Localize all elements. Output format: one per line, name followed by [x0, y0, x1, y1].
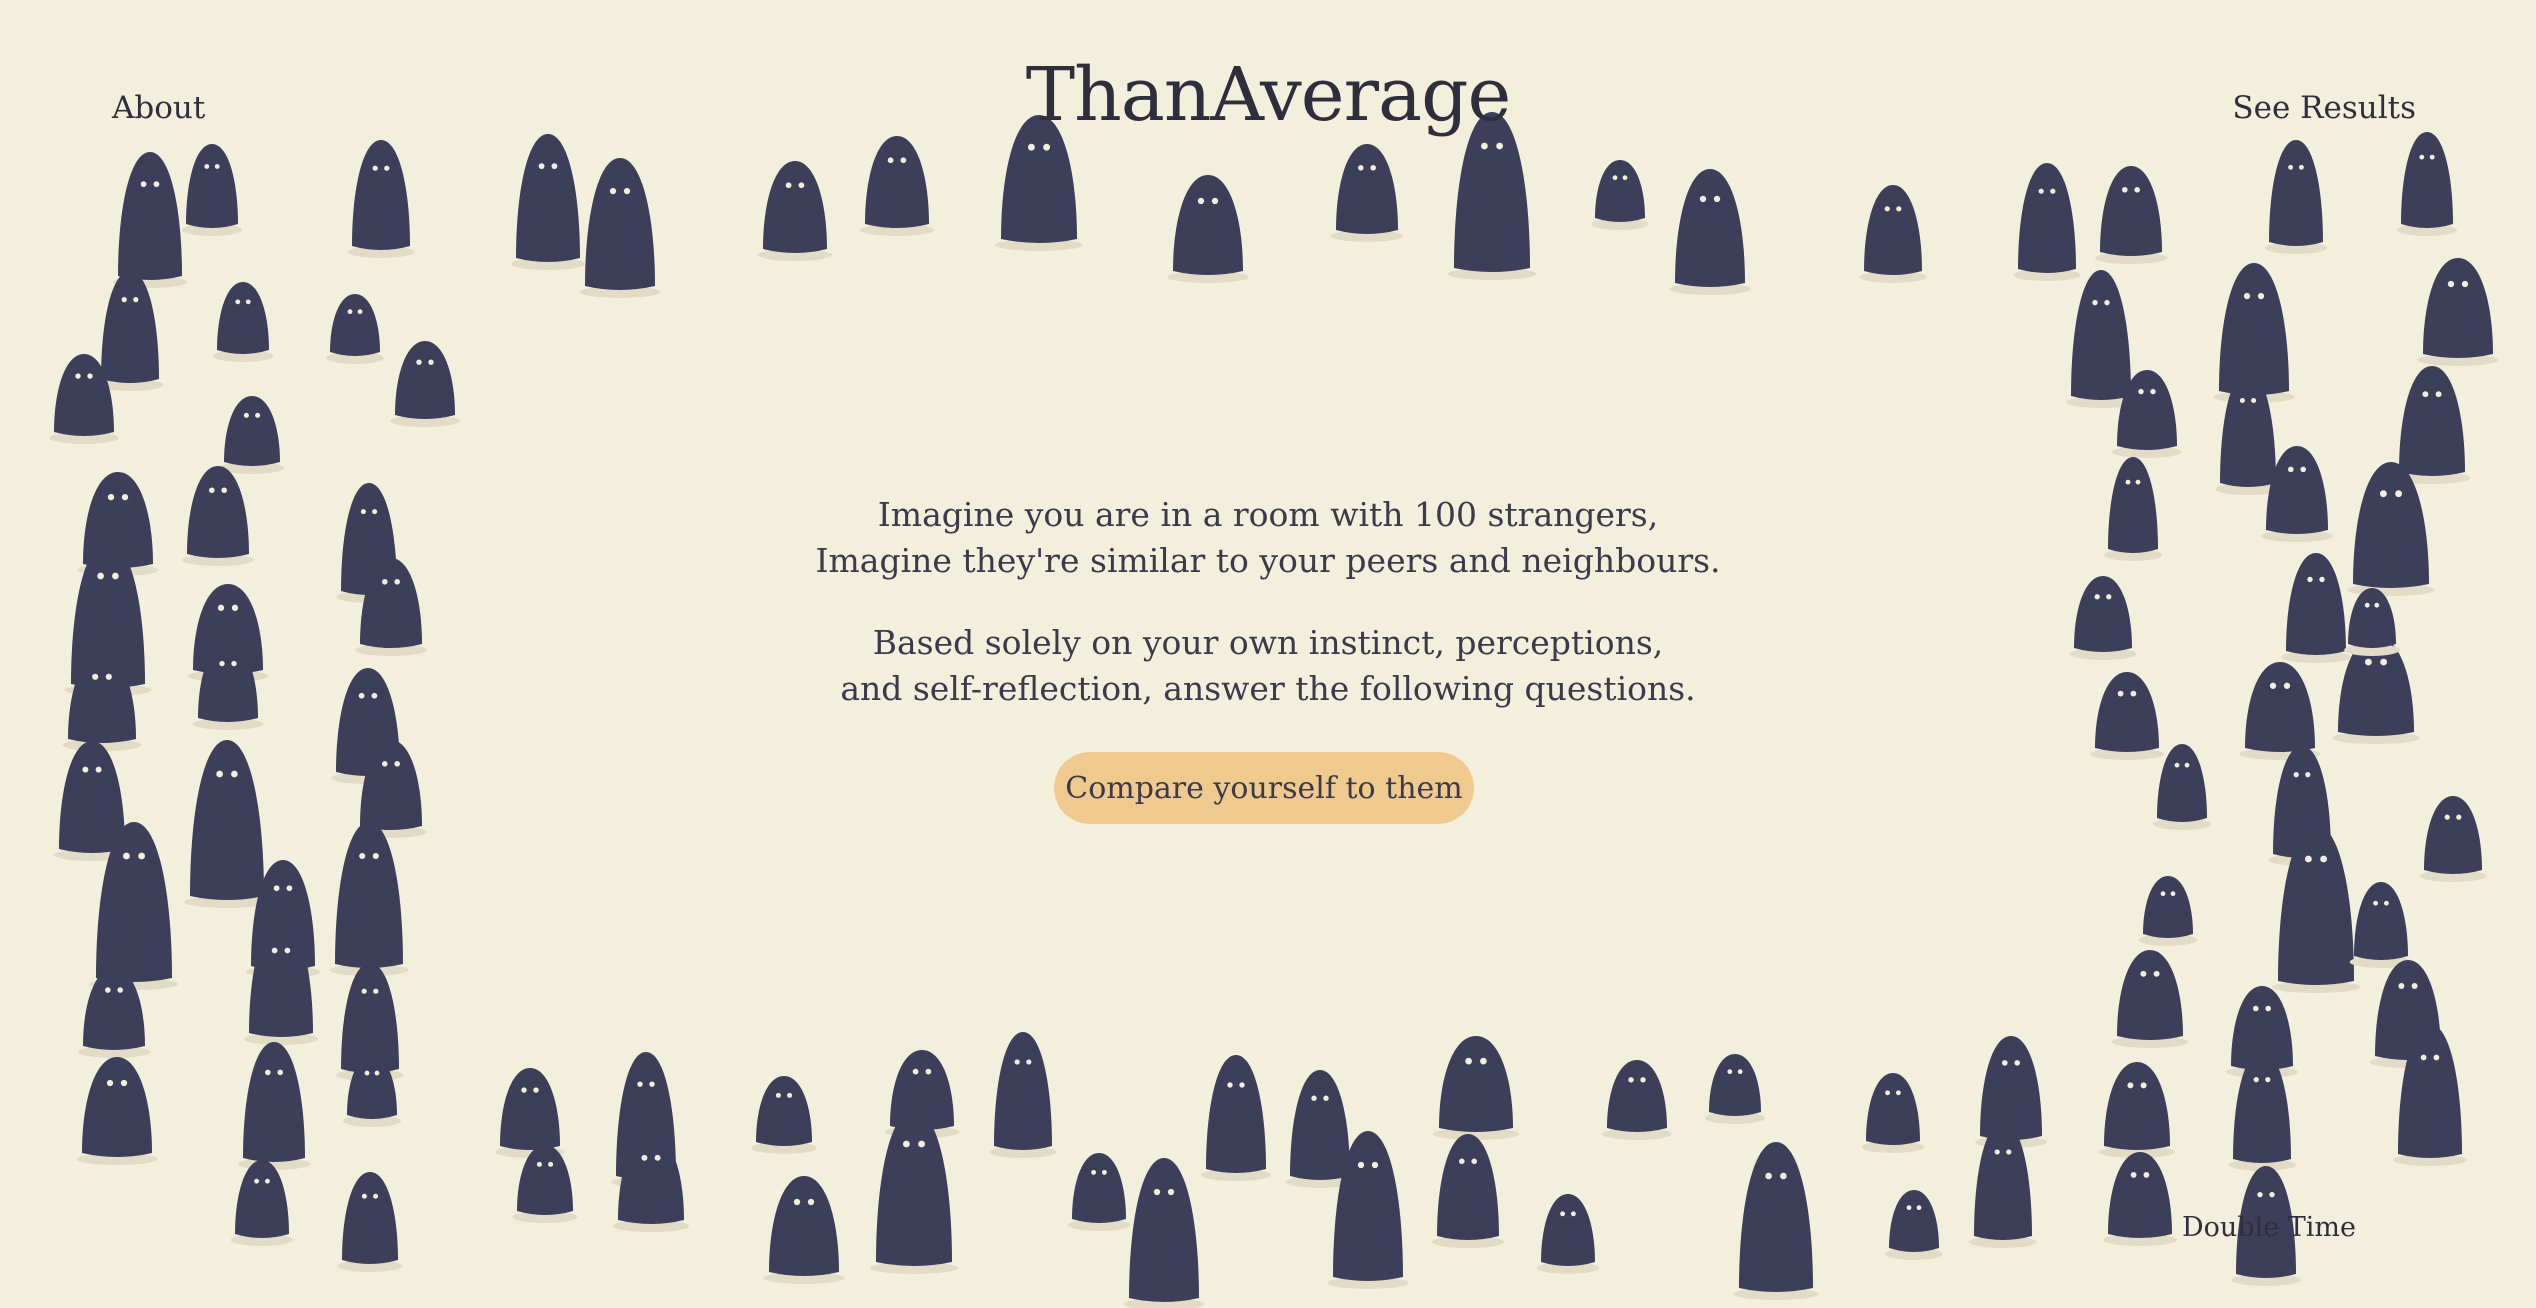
ghost-figure-icon: [2098, 1062, 2176, 1158]
ghost-figure-icon: [2419, 796, 2487, 882]
ghost-figure-icon: [2013, 163, 2081, 281]
ghost-figure-icon: [238, 1042, 310, 1170]
ghost-figure-icon: [181, 144, 243, 236]
ghost-figure-icon: [2417, 258, 2499, 366]
ghost-figure-icon: [347, 140, 415, 258]
ghost-figure-icon: [1669, 169, 1751, 295]
ghost-figure-icon: [2066, 270, 2136, 408]
ghost-figure-icon: [184, 740, 270, 908]
intro-line-3: Based solely on your own instinct, perce…: [872, 623, 1664, 662]
ghost-figure-icon: [1432, 1134, 1504, 1248]
ghost-figure-icon: [2264, 140, 2328, 254]
ghost-figure-icon: [2396, 132, 2458, 236]
ghost-figure-icon: [1602, 1060, 1672, 1140]
ghost-figure-icon: [326, 294, 384, 364]
ghost-figure-icon: [96, 271, 164, 391]
ghost-figure-icon: [1123, 1158, 1205, 1308]
ghost-figure-icon: [859, 136, 935, 236]
intro-line-2: Imagine they're similar to your peers an…: [815, 541, 1721, 580]
ghost-figure-icon: [76, 1057, 158, 1165]
ghost-figure-icon: [1859, 185, 1927, 283]
ghost-figure-icon: [2139, 876, 2197, 946]
ghost-figure-icon: [1067, 1153, 1131, 1231]
ghost-figure-icon: [2393, 366, 2471, 484]
ghost-figure-icon: [1433, 1036, 1519, 1140]
ghost-figure-icon: [230, 1160, 294, 1246]
ghost-figure-icon: [1331, 144, 1403, 242]
ghost-figure-icon: [763, 1176, 845, 1284]
ghost-figure-icon: [390, 341, 460, 427]
ghost-figure-icon: [337, 1172, 403, 1272]
ghost-figure-icon: [2111, 950, 2189, 1048]
ghost-figure-icon: [219, 396, 285, 474]
ghost-figure-icon: [1733, 1142, 1819, 1300]
site-title: ThanAverage: [1025, 52, 1512, 138]
ghost-figure-icon: [2349, 882, 2413, 968]
ghost-figure-icon: [112, 152, 188, 288]
ghost-figure-icon: [1861, 1073, 1925, 1153]
ghost-figure-icon: [2095, 166, 2167, 264]
ghost-figure-icon: [1536, 1194, 1600, 1274]
ghost-figure-icon: [579, 158, 661, 298]
intro-paragraph-1: Imagine you are in a room with 100 stran…: [0, 492, 2536, 584]
ghost-figure-icon: [510, 134, 586, 270]
ghost-figure-icon: [2102, 1152, 2178, 1246]
ghost-figure-icon: [2153, 744, 2211, 830]
intro-line-4: and self-reflection, answer the followin…: [840, 669, 1696, 708]
ghost-figure-icon: [1591, 160, 1649, 230]
ghost-figure-icon: [757, 161, 833, 261]
ghost-figure-icon: [1201, 1055, 1271, 1181]
ghost-figure-icon: [1704, 1054, 1766, 1124]
ghost-figure-icon: [1885, 1190, 1943, 1260]
ghost-figure-icon: [495, 1068, 565, 1158]
compare-yourself-button[interactable]: Compare yourself to them: [1054, 752, 1474, 824]
ghost-figure-icon: [751, 1076, 817, 1154]
intro-line-1: Imagine you are in a room with 100 stran…: [877, 495, 1659, 534]
ghost-figure-icon: [989, 1032, 1057, 1158]
intro-text: Imagine you are in a room with 100 stran…: [0, 492, 2536, 748]
ghost-figure-icon: [329, 822, 409, 976]
ghost-figure-icon: [212, 282, 274, 362]
ghost-figure-icon: [1167, 175, 1249, 283]
footer-credit: Double Time: [2182, 1212, 2356, 1243]
intro-paragraph-2: Based solely on your own instinct, perce…: [0, 620, 2536, 712]
